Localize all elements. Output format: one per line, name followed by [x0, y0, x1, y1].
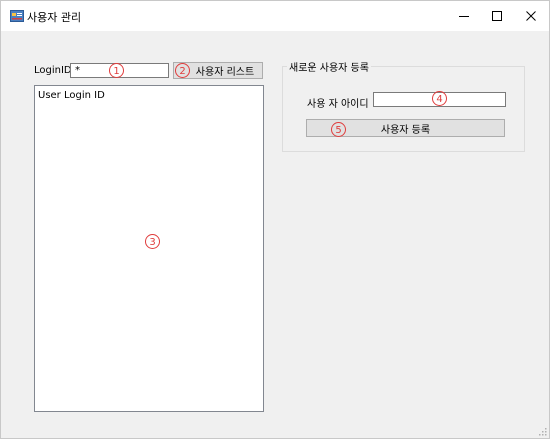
marker-3: 3 — [145, 234, 160, 249]
marker-4: 4 — [432, 91, 447, 106]
maximize-button[interactable] — [480, 1, 513, 31]
user-id-label: 사용 자 아이디 — [307, 99, 369, 110]
minimize-icon — [458, 16, 469, 17]
resize-grip-icon[interactable] — [537, 426, 547, 436]
register-user-button-label: 사용자 등록 — [380, 124, 431, 136]
title-bar[interactable]: 사용자 관리 — [1, 1, 549, 31]
marker-5: 5 — [331, 122, 346, 137]
user-list-button-label: 사용자 리스트 — [195, 67, 255, 78]
new-user-group-title: 새로운 사용자 등록 — [287, 59, 371, 74]
app-icon — [10, 10, 24, 22]
marker-1: 1 — [109, 63, 124, 78]
list-item[interactable]: User Login ID — [38, 90, 105, 101]
maximize-icon — [491, 11, 502, 21]
main-window: 사용자 관리 LoginID 1 사용자 리스트 2 User Login ID… — [0, 0, 550, 439]
close-icon — [525, 11, 536, 21]
close-button[interactable] — [514, 1, 547, 31]
marker-2: 2 — [175, 63, 190, 78]
login-id-label: LoginID — [34, 65, 72, 76]
minimize-button[interactable] — [447, 1, 480, 31]
window-title: 사용자 관리 — [27, 11, 82, 24]
